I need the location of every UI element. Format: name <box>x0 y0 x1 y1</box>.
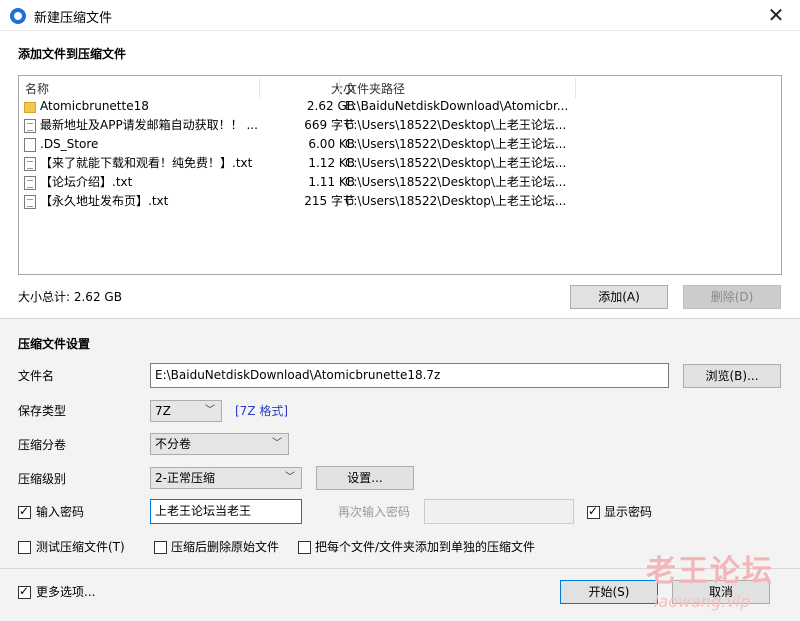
save-type-label: 保存类型 <box>18 404 67 418</box>
remove-button[interactable]: 删除(D) <box>683 285 781 309</box>
watermark-url: laowang.vip <box>654 592 751 611</box>
save-type-value: 7Z <box>155 404 171 418</box>
filename-input[interactable]: E:\BaiduNetdiskDownload\Atomicbrunette18… <box>150 363 669 388</box>
password-label[interactable]: 输入密码 <box>36 502 84 522</box>
column-header-path[interactable]: 文件夹路径 <box>345 80 405 98</box>
window-title: 新建压缩文件 <box>34 11 113 26</box>
add-button[interactable]: 添加(A) <box>570 285 668 309</box>
file-row[interactable]: .DS_Store 6.00 KB C:\Users\18522\Desktop… <box>19 135 781 154</box>
settings-button[interactable]: 设置... <box>316 466 414 490</box>
test-archive-checkbox[interactable] <box>18 541 31 554</box>
folder-icon <box>24 102 36 113</box>
level-label: 压缩级别 <box>18 472 67 486</box>
file-name: 【论坛介绍】.txt <box>40 175 133 189</box>
total-size: 大小总计: 2.62 GB <box>18 290 122 304</box>
delete-original-label[interactable]: 压缩后删除原始文件 <box>171 537 279 557</box>
column-header-name[interactable]: 名称 <box>25 80 49 98</box>
text-file-icon <box>24 176 36 190</box>
file-name: 最新地址及APP请发邮箱自动获取！！ ... <box>40 118 258 132</box>
file-size: 1.11 KB <box>308 175 355 189</box>
more-options-label[interactable]: 更多选项... <box>36 582 95 602</box>
repeat-password-input[interactable] <box>424 499 574 524</box>
split-value: 不分卷 <box>155 437 192 451</box>
file-size: 1.12 KB <box>308 156 355 170</box>
file-path: C:\Users\18522\Desktop\上老王论坛... <box>345 137 567 151</box>
file-row[interactable]: 最新地址及APP请发邮箱自动获取！！ ... 669 字节 C:\Users\1… <box>19 116 781 135</box>
chevron-down-icon: ﹀ <box>205 405 215 416</box>
level-value: 2-正常压缩 <box>155 471 215 485</box>
title-bar: 新建压缩文件 ✕ <box>0 0 800 31</box>
delete-original-checkbox[interactable] <box>154 541 167 554</box>
chevron-down-icon: ﹀ <box>285 472 295 483</box>
split-label: 压缩分卷 <box>18 438 67 452</box>
file-row[interactable]: 【论坛介绍】.txt 1.11 KB C:\Users\18522\Deskto… <box>19 173 781 192</box>
file-row[interactable]: 【永久地址发布页】.txt 215 字节 C:\Users\18522\Desk… <box>19 192 781 211</box>
file-list[interactable]: 名称 大小 文件夹路径 Atomicbrunette18 2.62 GB E:\… <box>18 75 782 275</box>
column-divider[interactable] <box>575 78 576 98</box>
file-row[interactable]: Atomicbrunette18 2.62 GB E:\BaiduNetdisk… <box>19 97 781 116</box>
filename-label: 文件名 <box>18 369 55 383</box>
split-select[interactable]: 不分卷 ﹀ <box>150 433 289 455</box>
file-path: E:\BaiduNetdiskDownload\Atomicbr... <box>345 99 569 113</box>
file-name: 【来了就能下载和观看！纯免费！】.txt <box>40 156 253 170</box>
file-row[interactable]: 【来了就能下载和观看！纯免费！】.txt 1.12 KB C:\Users\18… <box>19 154 781 173</box>
more-options-checkbox[interactable] <box>18 584 31 599</box>
start-button[interactable]: 开始(S) <box>560 580 658 604</box>
watermark-text: 老王论坛 <box>646 554 774 589</box>
test-archive-label[interactable]: 测试压缩文件(T) <box>36 537 125 557</box>
level-select[interactable]: 2-正常压缩 ﹀ <box>150 467 302 489</box>
column-divider[interactable] <box>259 78 260 98</box>
file-path: C:\Users\18522\Desktop\上老王论坛... <box>345 118 567 132</box>
file-name: .DS_Store <box>40 137 99 151</box>
file-size: 6.00 KB <box>308 137 355 151</box>
save-type-select[interactable]: 7Z ﹀ <box>150 400 222 422</box>
file-path: C:\Users\18522\Desktop\上老王论坛... <box>345 175 567 189</box>
show-password-checkbox[interactable] <box>587 504 600 519</box>
add-section-title: 添加文件到压缩文件 <box>18 47 127 61</box>
file-size: 2.62 GB <box>306 99 355 113</box>
app-icon <box>10 8 26 24</box>
file-path: C:\Users\18522\Desktop\上老王论坛... <box>345 194 567 208</box>
password-input[interactable]: 上老王论坛当老王 <box>150 499 302 524</box>
settings-section-title: 压缩文件设置 <box>18 337 91 351</box>
text-file-icon <box>24 119 36 133</box>
file-name: Atomicbrunette18 <box>40 99 149 113</box>
password-checkbox[interactable] <box>18 504 31 519</box>
chevron-down-icon: ﹀ <box>272 438 282 449</box>
file-size: 215 字节 <box>304 194 355 208</box>
file-path: C:\Users\18522\Desktop\上老王论坛... <box>345 156 567 170</box>
column-header-size[interactable]: 大小 <box>281 80 355 98</box>
file-name: 【永久地址发布页】.txt <box>40 194 169 208</box>
show-password-label[interactable]: 显示密码 <box>604 502 652 522</box>
separate-archives-checkbox[interactable] <box>298 541 311 554</box>
text-file-icon <box>24 195 36 209</box>
browse-button[interactable]: 浏览(B)... <box>683 364 781 388</box>
close-button[interactable]: ✕ <box>756 2 796 29</box>
column-divider[interactable] <box>339 78 340 98</box>
file-icon <box>24 138 36 152</box>
text-file-icon <box>24 157 36 171</box>
format-link[interactable]: [7Z 格式] <box>235 401 288 421</box>
separate-archives-label[interactable]: 把每个文件/文件夹添加到单独的压缩文件 <box>315 537 535 557</box>
file-size: 669 字节 <box>304 118 355 132</box>
repeat-password-label: 再次输入密码 <box>338 505 411 519</box>
